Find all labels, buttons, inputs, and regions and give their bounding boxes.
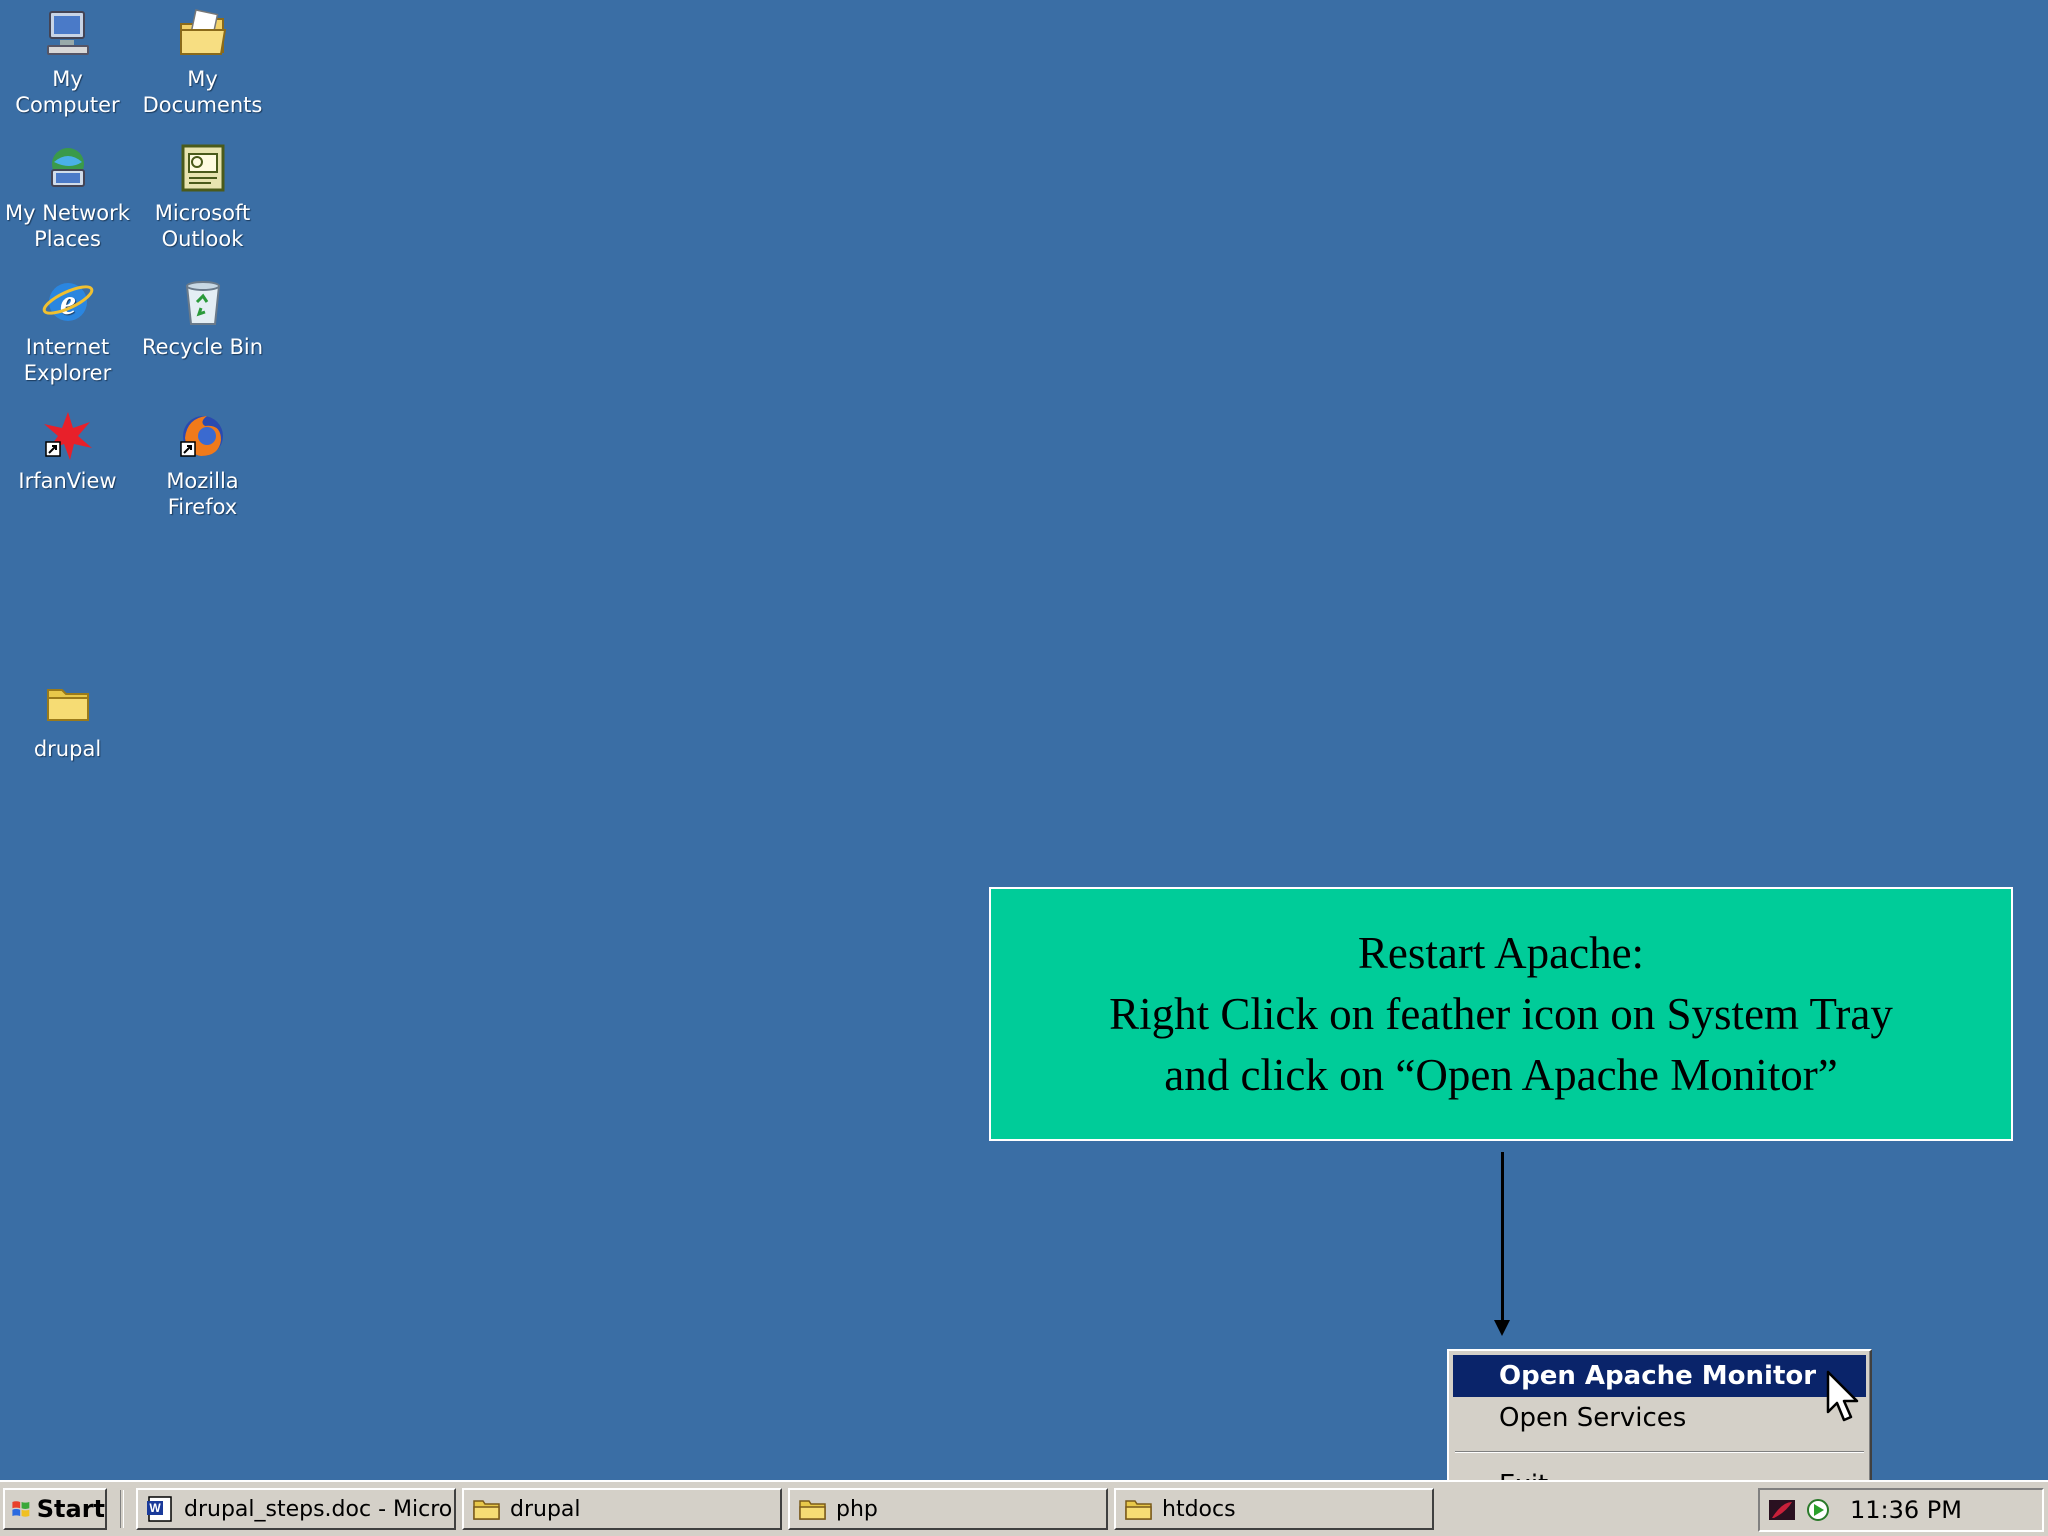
apache-feather-icon[interactable] bbox=[1768, 1496, 1796, 1524]
taskbar-button-word-doc[interactable]: W drupal_steps.doc - Micro... bbox=[136, 1488, 456, 1530]
desktop-icon-label: Recycle Bin bbox=[141, 335, 264, 359]
system-clock: 11:36 PM bbox=[1850, 1496, 1962, 1524]
menu-item-open-services[interactable]: Open Services bbox=[1453, 1397, 1866, 1439]
taskbar-button-label: drupal bbox=[510, 1496, 581, 1522]
folder-icon bbox=[40, 676, 96, 732]
desktop-icon-label: drupal bbox=[33, 737, 102, 761]
taskbar: Start W drupal_steps.doc - Micro... drup… bbox=[0, 1480, 2048, 1536]
irfanview-icon bbox=[40, 408, 96, 464]
desktop-icon-label: My Documents bbox=[142, 67, 263, 117]
desktop-icon-label: Microsoft Outlook bbox=[154, 201, 251, 251]
word-document-icon: W bbox=[147, 1496, 172, 1522]
desktop-icon-my-computer[interactable]: My Computer bbox=[0, 6, 135, 118]
outlook-icon bbox=[175, 140, 231, 196]
desktop-icon-microsoft-outlook[interactable]: Microsoft Outlook bbox=[135, 140, 270, 252]
desktop-icon-recycle-bin[interactable]: Recycle Bin bbox=[135, 274, 270, 360]
my-documents-icon bbox=[175, 6, 231, 62]
callout-arrow-line bbox=[1501, 1152, 1504, 1328]
system-tray: 11:36 PM bbox=[1758, 1488, 2044, 1532]
internet-explorer-icon: e bbox=[40, 274, 96, 330]
recycle-bin-icon bbox=[175, 274, 231, 330]
taskbar-button-drupal[interactable]: drupal bbox=[462, 1488, 782, 1530]
mouse-cursor-icon bbox=[1826, 1370, 1859, 1422]
instruction-callout: Restart Apache: Right Click on feather i… bbox=[989, 887, 2013, 1141]
taskbar-separator bbox=[120, 1490, 124, 1528]
taskbar-button-label: php bbox=[836, 1496, 878, 1522]
desktop-icon-irfanview[interactable]: IrfanView bbox=[0, 408, 135, 494]
firefox-icon bbox=[175, 408, 231, 464]
desktop-icon-my-network-places[interactable]: My Network Places bbox=[0, 140, 135, 252]
desktop-icon-internet-explorer[interactable]: e Internet Explorer bbox=[0, 274, 135, 386]
callout-arrow-head bbox=[1494, 1320, 1510, 1336]
svg-text:W: W bbox=[149, 1501, 161, 1515]
callout-line-2: Right Click on feather icon on System Tr… bbox=[1109, 988, 1893, 1039]
desktop-icon-my-documents[interactable]: My Documents bbox=[135, 6, 270, 118]
callout-line-3: and click on “Open Apache Monitor” bbox=[1164, 1049, 1838, 1100]
apache-monitor-icon[interactable] bbox=[1804, 1496, 1832, 1524]
desktop-icon-mozilla-firefox[interactable]: Mozilla Firefox bbox=[135, 408, 270, 520]
menu-separator bbox=[1455, 1451, 1864, 1453]
my-computer-icon bbox=[40, 6, 96, 62]
taskbar-button-htdocs[interactable]: htdocs bbox=[1114, 1488, 1434, 1530]
start-label: Start bbox=[36, 1495, 105, 1523]
desktop-icon-label: Mozilla Firefox bbox=[166, 469, 239, 519]
windows-logo-icon bbox=[12, 1501, 30, 1517]
desktop-icon-label: IrfanView bbox=[18, 469, 117, 493]
desktop-icon-drupal[interactable]: drupal bbox=[0, 676, 135, 762]
callout-line-1: Restart Apache: bbox=[1357, 927, 1645, 978]
desktop-icon-label: Internet Explorer bbox=[23, 335, 112, 385]
folder-icon bbox=[799, 1500, 826, 1520]
taskbar-button-label: htdocs bbox=[1162, 1496, 1236, 1522]
folder-icon bbox=[1125, 1500, 1152, 1520]
network-places-icon bbox=[40, 140, 96, 196]
taskbar-button-label: drupal_steps.doc - Micro... bbox=[184, 1496, 456, 1522]
desktop-icon-label: My Computer bbox=[15, 67, 120, 117]
desktop: My Computer My Documents My Network Plac… bbox=[0, 0, 2048, 1515]
desktop-icon-label: My Network Places bbox=[5, 201, 130, 251]
menu-item-open-apache-monitor[interactable]: Open Apache Monitor bbox=[1453, 1355, 1866, 1397]
taskbar-button-php[interactable]: php bbox=[788, 1488, 1108, 1530]
folder-icon bbox=[473, 1500, 500, 1520]
start-button[interactable]: Start bbox=[3, 1488, 107, 1530]
